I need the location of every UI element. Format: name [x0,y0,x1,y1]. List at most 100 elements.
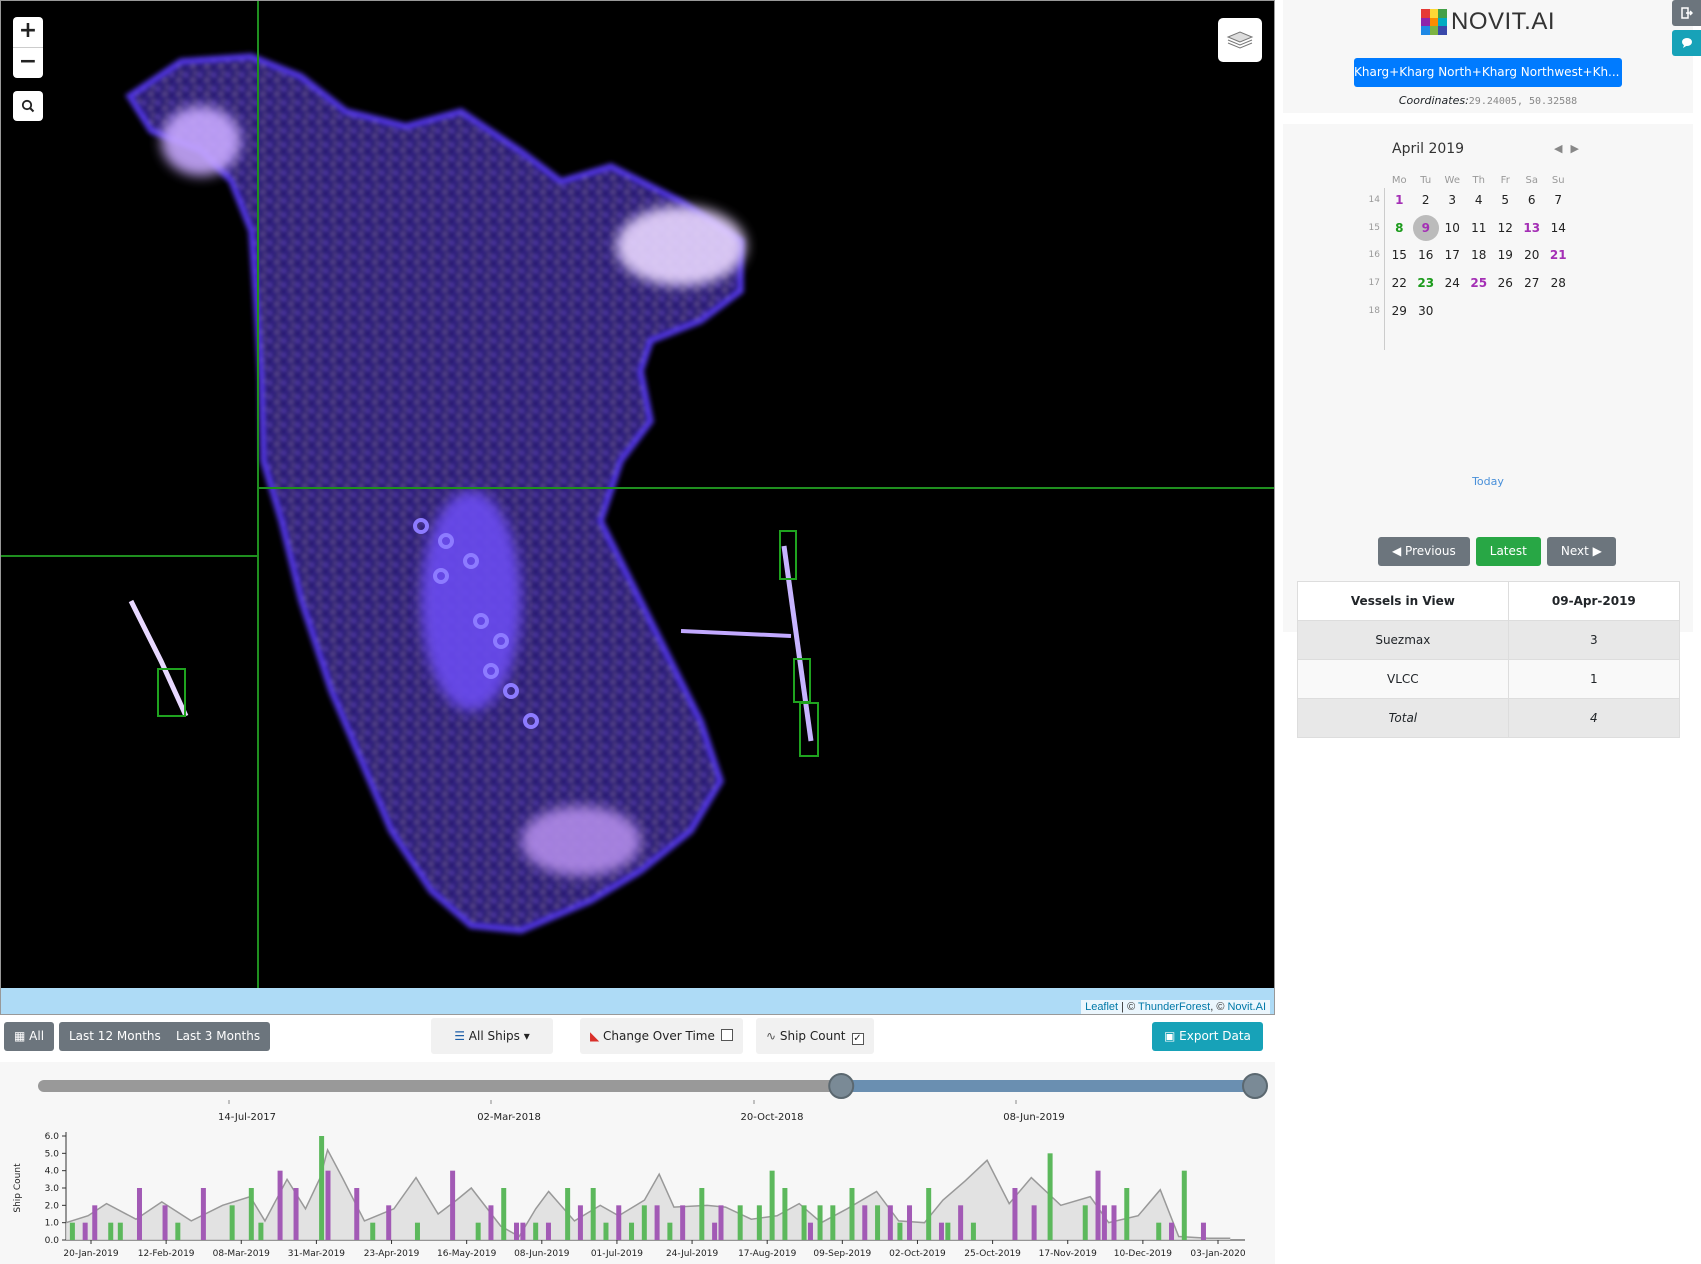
calendar-day[interactable]: 20 [1519,248,1546,262]
bar-green[interactable] [756,1205,762,1240]
bar-purple[interactable] [654,1205,660,1240]
thunderforest-link[interactable]: ThunderForest [1138,1001,1210,1013]
bar-purple[interactable] [680,1205,686,1240]
bar-green[interactable] [667,1222,673,1240]
calendar-day[interactable]: 24 [1439,276,1466,290]
prev-month-icon[interactable]: ◀ [1554,142,1570,155]
calendar-day[interactable]: 13 [1519,221,1546,235]
bar-purple[interactable] [616,1205,622,1240]
bar-green[interactable] [258,1222,264,1240]
bar-green[interactable] [1047,1153,1053,1240]
leaflet-link[interactable]: Leaflet [1085,1001,1118,1013]
calendar-day[interactable]: 2 [1413,193,1440,207]
bar-purple[interactable] [92,1205,98,1240]
bar-green[interactable] [1124,1188,1130,1240]
slider-handle-end[interactable] [1242,1073,1268,1099]
bar-purple[interactable] [545,1222,551,1240]
calendar-day[interactable]: 19 [1492,248,1519,262]
logout-button[interactable] [1672,0,1701,26]
zoom-out-button[interactable]: − [13,48,43,78]
bar-green[interactable] [603,1222,609,1240]
bar-purple[interactable] [1169,1222,1175,1240]
bar-purple[interactable] [577,1205,583,1240]
ship-count-toggle[interactable]: ∿ Ship Count ✓ [756,1018,874,1054]
bar-purple[interactable] [862,1205,868,1240]
bar-green[interactable] [945,1222,951,1240]
bar-green[interactable] [737,1205,743,1240]
bar-green[interactable] [897,1222,903,1240]
next-month-icon[interactable]: ▶ [1570,142,1586,155]
calendar-day[interactable]: 17 [1439,248,1466,262]
bar-purple[interactable] [887,1205,893,1240]
bar-purple[interactable] [712,1222,718,1240]
calendar-day[interactable]: 9 [1412,214,1439,241]
calendar-day[interactable]: 21 [1545,248,1572,262]
bar-green[interactable] [830,1205,836,1240]
aoi-dropdown[interactable]: Kharg+Kharg North+Kharg Northwest+Kh... … [1354,58,1622,87]
today-link[interactable]: Today [1283,475,1693,488]
bar-green[interactable] [769,1170,775,1240]
calendar-day[interactable]: 22 [1386,276,1413,290]
bar-green[interactable] [699,1188,705,1240]
calendar-day[interactable]: 30 [1413,304,1440,318]
novit-link[interactable]: Novit.AI [1227,1001,1266,1013]
map-view[interactable]: + − Leaflet | © ThunderForest, © Novit.A… [0,0,1275,1015]
bar-green[interactable] [1082,1205,1088,1240]
bar-green[interactable] [1156,1222,1162,1240]
calendar-day[interactable]: 16 [1413,248,1440,262]
bar-purple[interactable] [293,1188,299,1240]
bar-green[interactable] [926,1188,932,1240]
bar-purple[interactable] [386,1205,392,1240]
calendar-day[interactable]: 26 [1492,276,1519,290]
calendar-day[interactable]: 12 [1492,221,1519,235]
bar-green[interactable] [175,1222,181,1240]
bar-green[interactable] [565,1188,571,1240]
bar-purple[interactable] [82,1222,88,1240]
bar-purple[interactable] [162,1205,168,1240]
previous-button[interactable]: ◀ Previous [1378,537,1470,566]
layers-button[interactable] [1218,18,1262,62]
bar-green[interactable] [370,1222,376,1240]
calendar-day[interactable]: 14 [1545,221,1572,235]
bar-green[interactable] [108,1222,114,1240]
bar-green[interactable] [475,1222,481,1240]
calendar-day[interactable]: 27 [1519,276,1546,290]
change-over-time-checkbox[interactable] [720,1029,733,1041]
ship-count-checkbox[interactable]: ✓ [851,1033,864,1045]
change-over-time-toggle[interactable]: ◣ Change Over Time [580,1018,743,1054]
bar-green[interactable] [117,1222,123,1240]
bar-green[interactable] [801,1205,807,1240]
bar-purple[interactable] [200,1188,206,1240]
bar-purple[interactable] [1095,1170,1101,1240]
bar-green[interactable] [229,1205,235,1240]
slider-handle-start[interactable] [828,1073,855,1099]
bar-purple[interactable] [718,1205,724,1240]
calendar-day[interactable]: 25 [1466,276,1493,290]
calendar-day[interactable]: 15 [1386,248,1413,262]
bar-green[interactable] [849,1188,855,1240]
bar-green[interactable] [1181,1170,1187,1240]
bar-purple[interactable] [938,1222,944,1240]
bar-purple[interactable] [325,1170,331,1240]
bar-green[interactable] [590,1188,596,1240]
calendar-day[interactable]: 4 [1466,193,1493,207]
bar-green[interactable] [69,1222,75,1240]
bar-purple[interactable] [907,1205,913,1240]
calendar-day[interactable]: 8 [1386,221,1413,235]
bar-green[interactable] [782,1188,788,1240]
bar-green[interactable] [875,1205,881,1240]
export-data-button[interactable]: ▣ Export Data [1152,1022,1263,1051]
bar-purple[interactable] [277,1170,283,1240]
all-ships-dropdown[interactable]: ☰ All Ships ▾ [431,1018,553,1054]
bar-purple[interactable] [1012,1188,1018,1240]
zoom-in-button[interactable]: + [13,17,43,48]
calendar-day[interactable]: 5 [1492,193,1519,207]
calendar-day[interactable]: 1 [1386,193,1413,207]
bar-green[interactable] [641,1205,647,1240]
calendar-day[interactable]: 3 [1439,193,1466,207]
bar-green[interactable] [319,1136,325,1240]
latest-button[interactable]: Latest [1475,537,1541,566]
calendar-day[interactable]: 23 [1413,276,1440,290]
calendar-day[interactable]: 18 [1466,248,1493,262]
bar-purple[interactable] [488,1205,494,1240]
